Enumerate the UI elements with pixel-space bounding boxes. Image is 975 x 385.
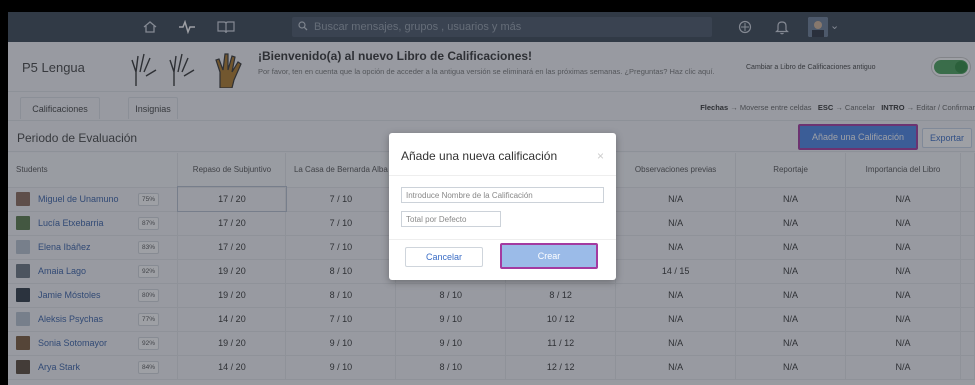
close-icon[interactable]: × xyxy=(597,149,604,163)
gradebook-app: ⌄ P5 Lengua ¡Bienvenido(a) al nuevo Libr… xyxy=(8,12,975,385)
screen-frame: ⌄ P5 Lengua ¡Bienvenido(a) al nuevo Libr… xyxy=(0,0,975,385)
default-total-input[interactable] xyxy=(401,211,501,227)
cancel-button[interactable]: Cancelar xyxy=(405,247,483,267)
divider xyxy=(389,175,616,176)
dialog-title: Añade una nueva calificación xyxy=(401,149,558,163)
divider xyxy=(389,239,616,240)
create-button[interactable]: Crear xyxy=(500,243,598,269)
grade-name-input[interactable] xyxy=(401,187,604,203)
new-grade-dialog: Añade una nueva calificación × Cancelar … xyxy=(389,133,616,280)
